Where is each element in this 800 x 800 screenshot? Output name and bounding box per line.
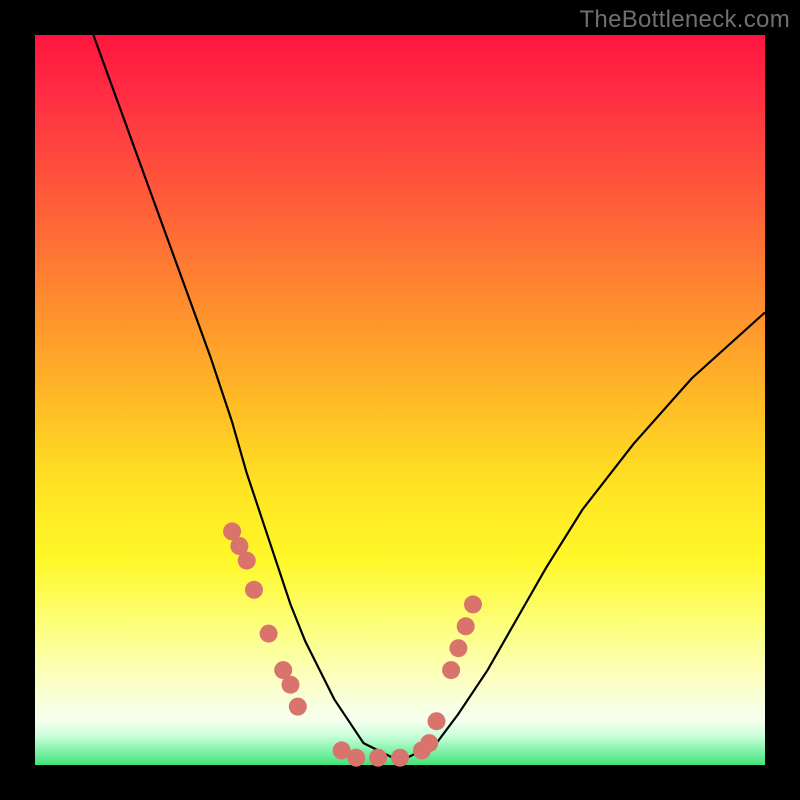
marker-dot bbox=[420, 734, 438, 752]
marker-dot bbox=[442, 661, 460, 679]
watermark-text: TheBottleneck.com bbox=[579, 6, 790, 34]
marker-dot bbox=[245, 581, 263, 599]
marker-dot bbox=[457, 617, 475, 635]
marker-dot bbox=[428, 712, 446, 730]
marker-dot bbox=[289, 698, 307, 716]
bottleneck-curve bbox=[93, 35, 765, 758]
marker-dot bbox=[238, 552, 256, 570]
marker-dot bbox=[391, 749, 409, 767]
marker-dot bbox=[464, 595, 482, 613]
chart-frame: TheBottleneck.com bbox=[0, 0, 800, 800]
marker-dot bbox=[369, 749, 387, 767]
marker-dot bbox=[260, 625, 278, 643]
highlighted-points bbox=[223, 522, 482, 766]
chart-svg bbox=[35, 35, 765, 765]
marker-dot bbox=[449, 639, 467, 657]
marker-dot bbox=[282, 676, 300, 694]
marker-dot bbox=[347, 749, 365, 767]
